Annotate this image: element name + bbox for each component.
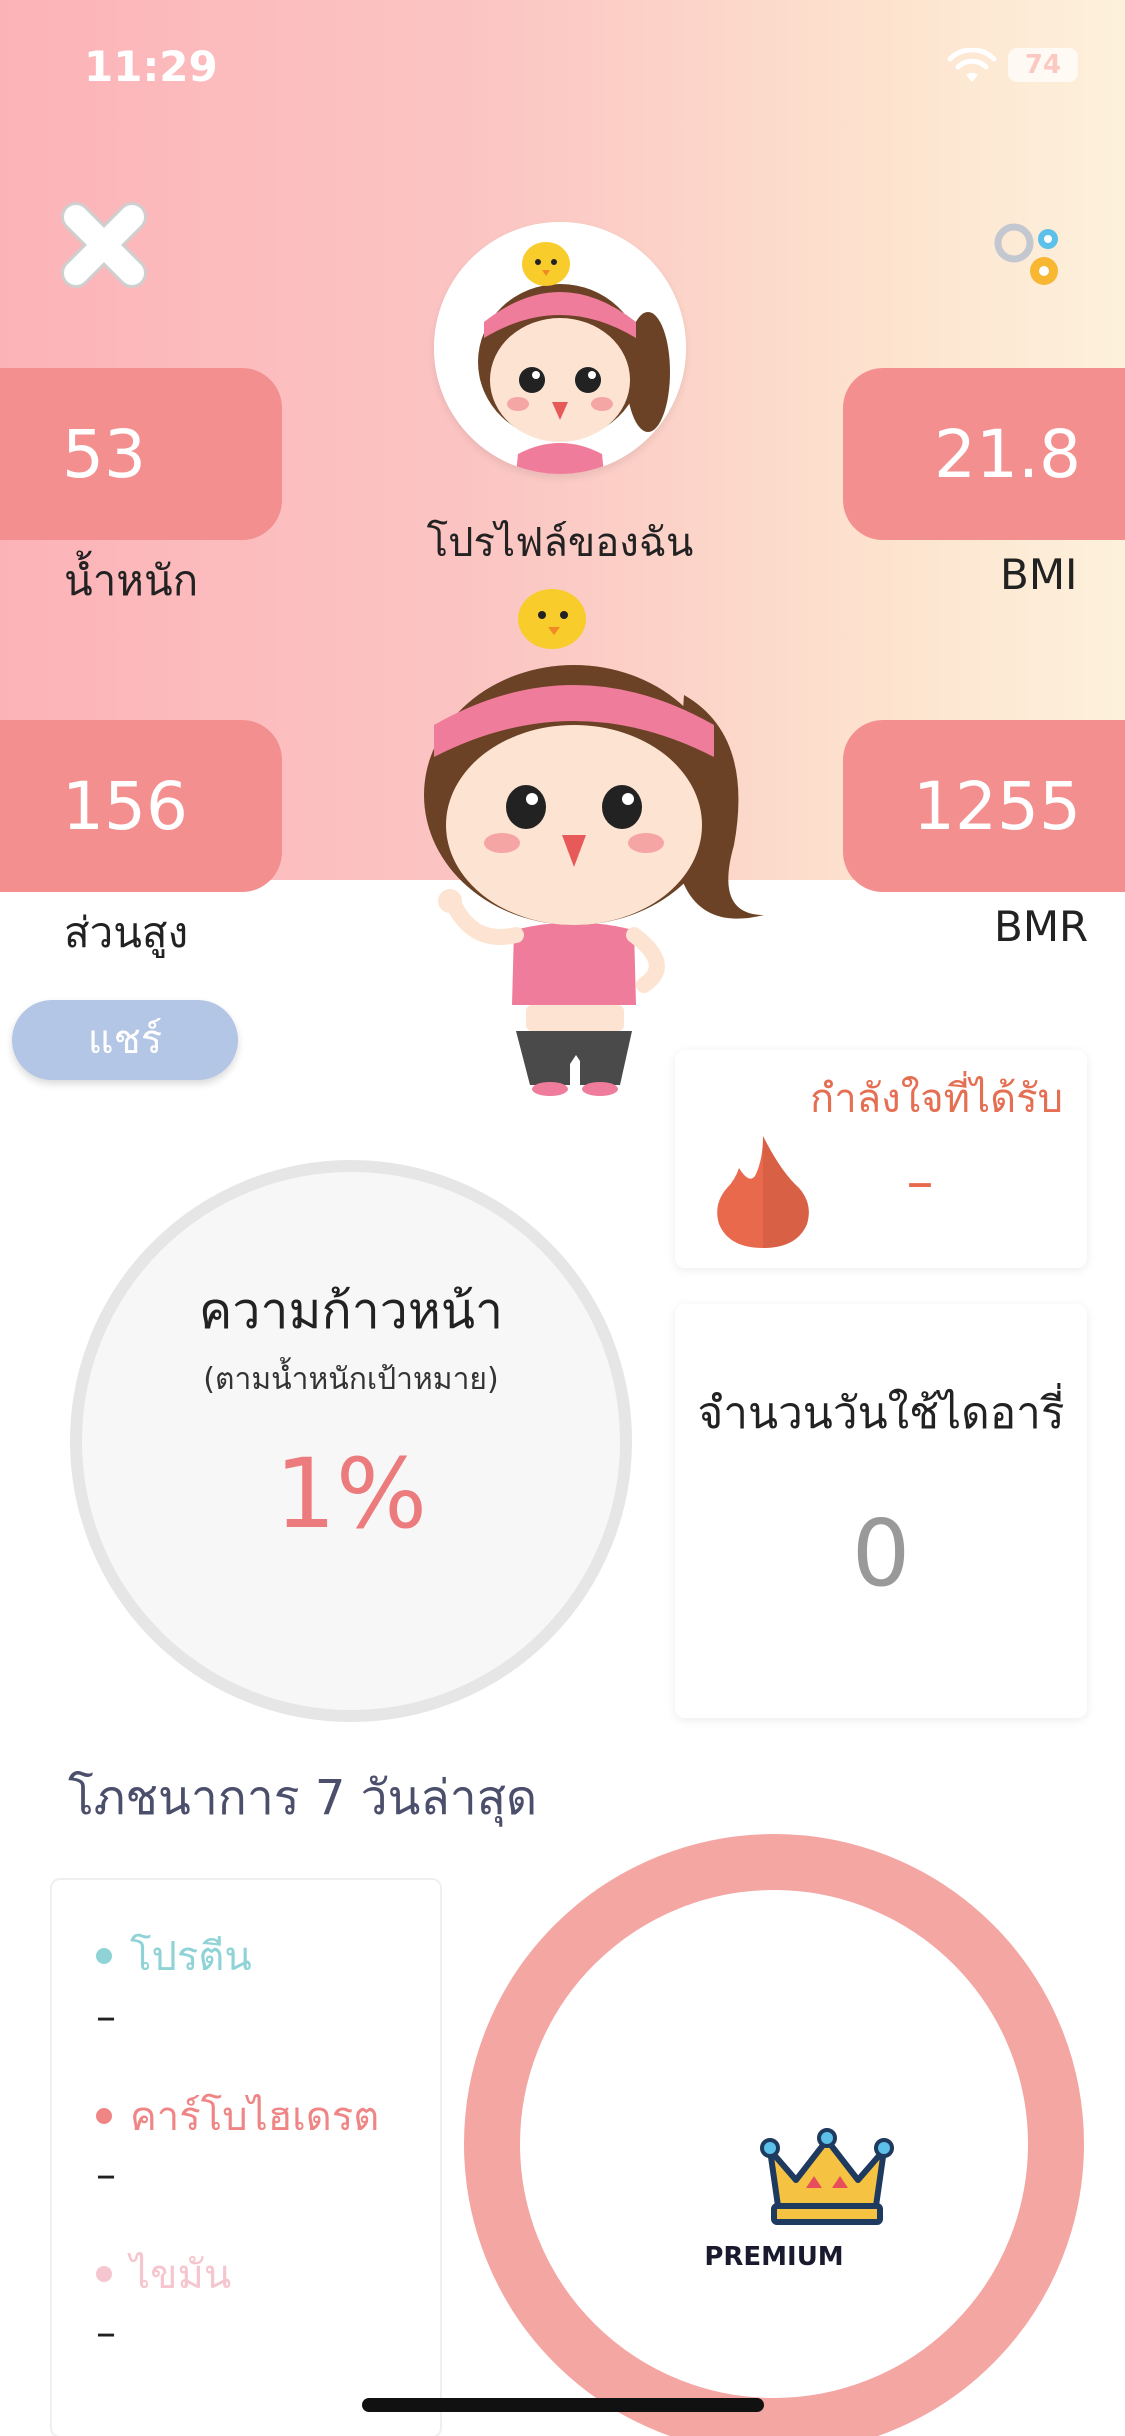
nutrition-value: – [96, 2310, 116, 2356]
battery-indicator: 74 [1008, 48, 1078, 82]
encouragement-card[interactable]: กำลังใจที่ได้รับ – [675, 1050, 1087, 1268]
progress-subtitle: (ตามน้ำหนักเป้าหมาย) [203, 1362, 499, 1397]
progress-title: ความก้าวหน้า [198, 1282, 504, 1340]
profile-name: โปรไฟล์ของฉัน [426, 520, 694, 566]
encouragement-value: – [906, 1150, 934, 1213]
progress-value: 1% [274, 1438, 428, 1550]
mascot-illustration [424, 589, 764, 1096]
carbohydrate-dot-icon [96, 2108, 112, 2124]
bmr-value[interactable]: 1255 [843, 720, 1125, 892]
home-indicator[interactable] [362, 2398, 764, 2412]
weight-value[interactable]: 53 [0, 368, 282, 540]
fat-dot-icon [96, 2266, 112, 2282]
nutrition-card[interactable]: โปรตีน – คาร์โบไฮเดรต – ไขมัน – [50, 1878, 442, 2436]
height-value[interactable]: 156 [0, 720, 282, 892]
crown-icon [760, 2128, 894, 2225]
close-icon[interactable] [54, 195, 154, 295]
premium-button[interactable]: PREMIUM [464, 1834, 1084, 2436]
nutrition-label: ไขมัน [130, 2252, 232, 2298]
progress-circle[interactable]: ความก้าวหน้า (ตามน้ำหนักเป้าหมาย) 1% [70, 1160, 632, 1722]
nutrition-title: โภชนาการ 7 วันล่าสุด [68, 1770, 538, 1826]
gear-icon[interactable] [990, 215, 1070, 295]
wifi-icon [947, 48, 997, 82]
diary-days-card[interactable]: จำนวนวันใช้ไดอารี่ 0 [675, 1304, 1087, 1718]
nutrition-label: คาร์โบไฮเดรต [130, 2094, 380, 2140]
bmr-label: BMR [994, 902, 1089, 951]
avatar[interactable] [434, 222, 686, 474]
status-time: 11:29 [84, 42, 218, 91]
weight-label: น้ำหนัก [64, 556, 199, 605]
protein-dot-icon [96, 1948, 112, 1964]
encouragement-title: กำลังใจที่ได้รับ [809, 1076, 1063, 1122]
bmi-value[interactable]: 21.8 [843, 368, 1125, 540]
diary-days-value: 0 [851, 1500, 911, 1607]
bmi-label: BMI [1000, 550, 1078, 599]
flame-icon [717, 1136, 809, 1248]
nutrition-value: – [96, 1994, 116, 2040]
premium-label: PREMIUM [704, 2242, 844, 2272]
nutrition-label: โปรตีน [130, 1934, 252, 1980]
share-button[interactable]: แชร์ [12, 1000, 238, 1080]
diary-days-title: จำนวนวันใช้ไดอารี่ [697, 1388, 1065, 1439]
nutrition-value: – [96, 2152, 116, 2198]
height-label: ส่วนสูง [64, 908, 189, 957]
